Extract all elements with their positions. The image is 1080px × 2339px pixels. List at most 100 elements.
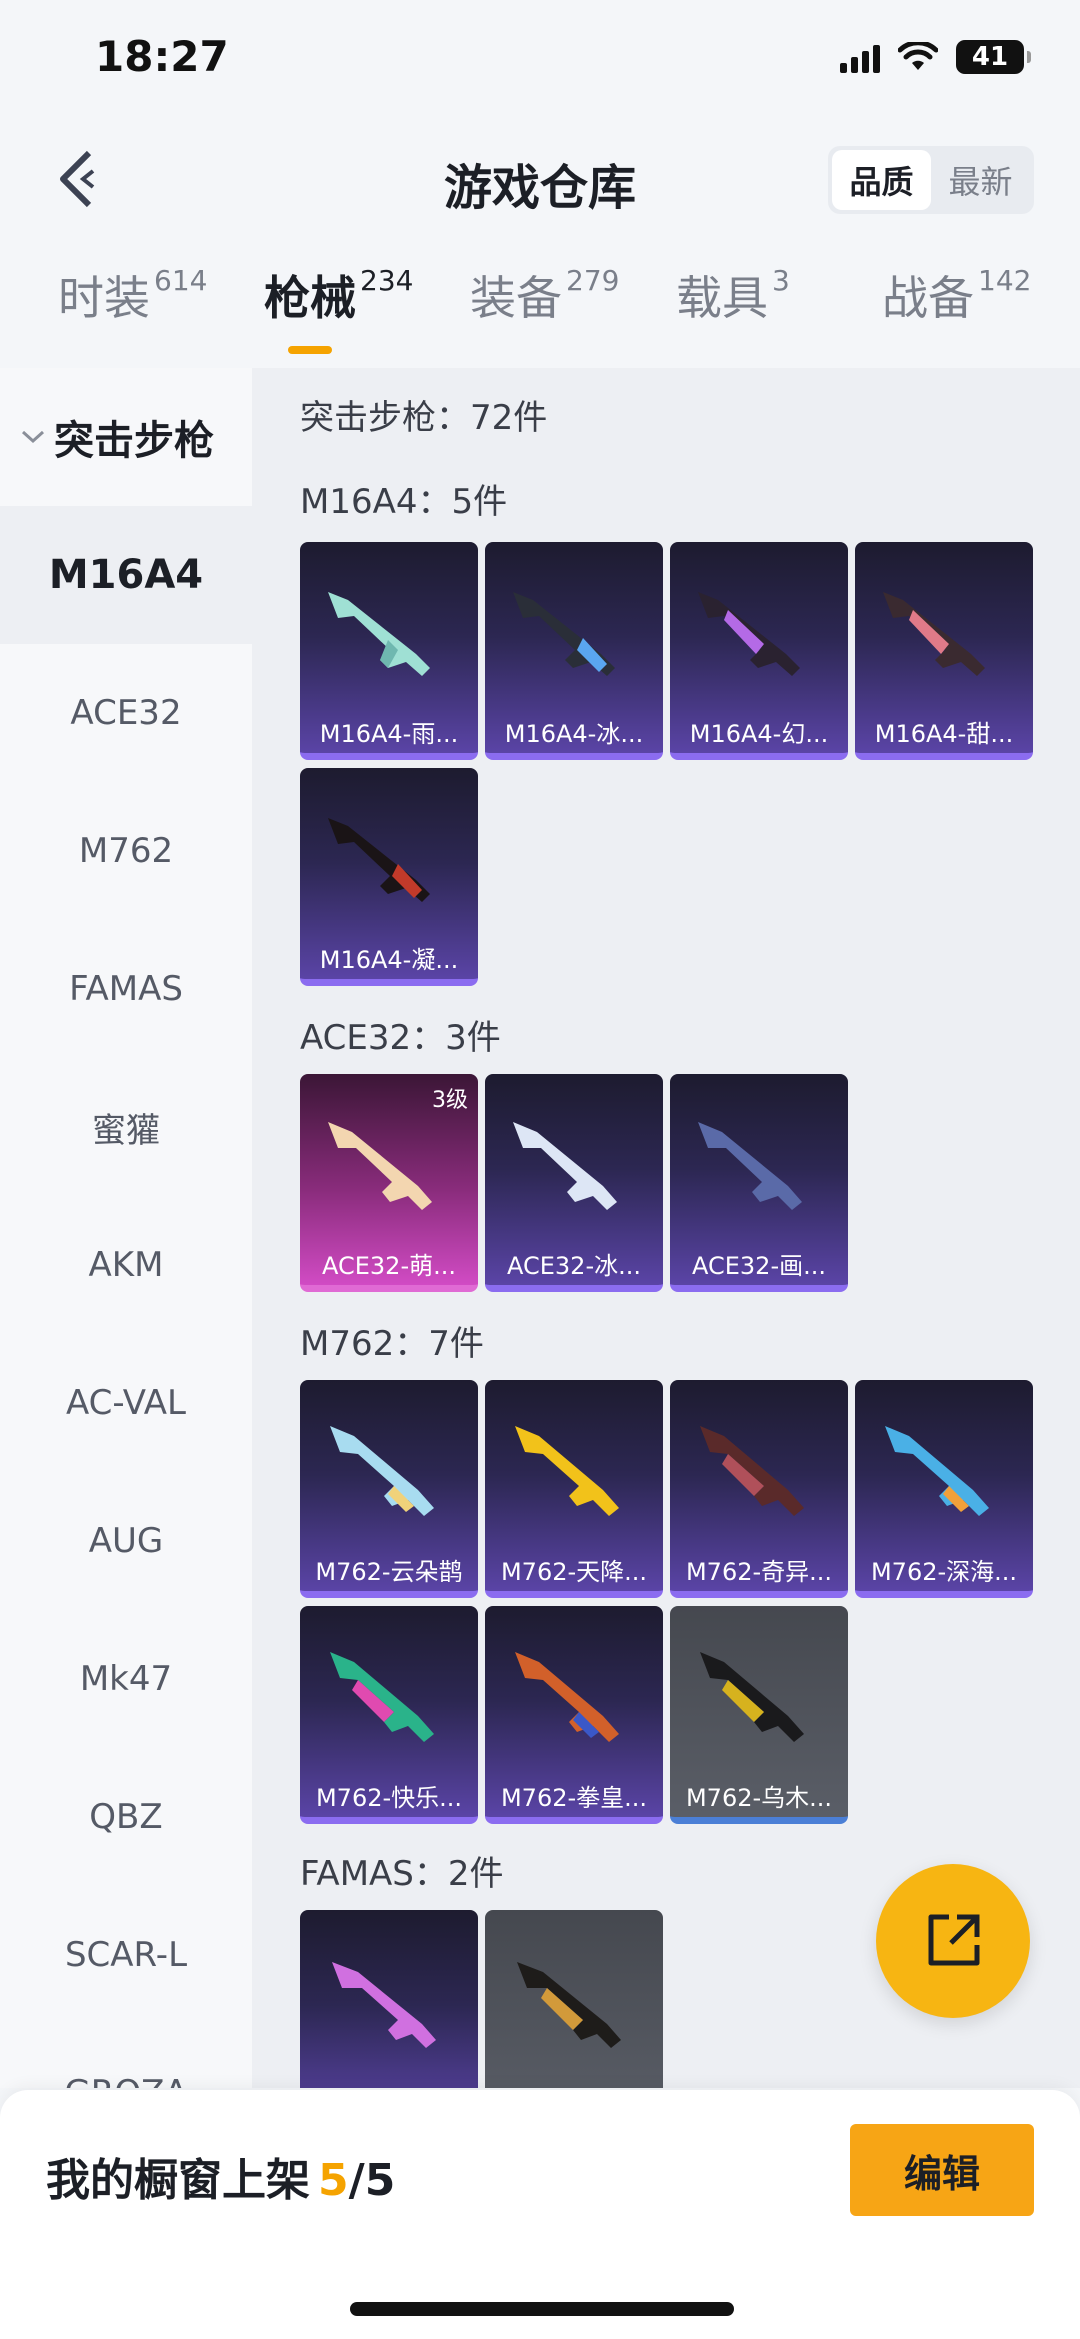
rifle-icon [698, 1122, 802, 1210]
tab-equipment[interactable]: 装备 279 [470, 262, 619, 328]
tab-count: 142 [978, 264, 1032, 297]
sidebar-item-m16a4[interactable]: M16A4 [0, 506, 252, 644]
skin-card[interactable]: M16A4-冰... [485, 542, 663, 760]
skin-card[interactable]: M762-乌木... [670, 1606, 848, 1824]
skin-card[interactable]: ACE32-画... [670, 1074, 848, 1292]
skin-card[interactable]: M16A4-雨... [300, 542, 478, 760]
skin-name: M16A4-冰... [504, 720, 644, 748]
showcase-total-count: /5 [348, 2155, 396, 2206]
skin-name: M16A4-幻... [689, 720, 829, 748]
status-icons: 41 [840, 40, 1031, 74]
sidebar-item-scar-l[interactable]: SCAR-L [0, 1886, 252, 2024]
rifle-icon [513, 592, 615, 676]
section-title-ace32: ACE32：3件 [300, 1018, 501, 1058]
skin-card[interactable]: M762-深海... [855, 1380, 1033, 1598]
header: 游戏仓库 品质 最新 [0, 130, 1080, 230]
showcase-status: 我的橱窗上架 5 /5 [46, 2144, 395, 2208]
chevron-down-icon [21, 430, 45, 444]
rifle-icon [332, 1962, 436, 2048]
rifle-icon [328, 592, 430, 676]
category-tabs: 时装 614 枪械 234 装备 279 载具 3 战备 142 [0, 262, 1080, 362]
skin-card[interactable]: 3级 ACE32-萌... [300, 1074, 478, 1292]
sidebar-group-label: 突击步枪 [54, 418, 214, 464]
tab-label: 战备 [882, 271, 974, 325]
skin-name: M762-深海... [870, 1558, 1018, 1586]
skin-name: M762-乌木... [685, 1784, 833, 1812]
weapon-sidebar: 突击步枪 M16A4 ACE32 M762 FAMAS 蜜獾 AKM AC-VA… [0, 368, 252, 2088]
skin-card[interactable] [300, 1910, 478, 2088]
tab-label: 装备 [470, 271, 562, 325]
skin-name: ACE32-冰... [506, 1252, 641, 1280]
home-indicator [350, 2302, 734, 2316]
tab-label: 枪械 [264, 271, 356, 325]
tab-fashion[interactable]: 时装 614 [58, 262, 207, 328]
tab-count: 234 [360, 264, 414, 297]
skin-card[interactable]: M16A4-幻... [670, 542, 848, 760]
skin-card[interactable]: M762-快乐... [300, 1606, 478, 1824]
tab-supplies[interactable]: 战备 142 [882, 262, 1031, 328]
sidebar-group-assault-rifles[interactable]: 突击步枪 [0, 368, 252, 506]
skin-card[interactable]: M16A4-凝... [300, 768, 478, 986]
skin-card[interactable]: M762-天降... [485, 1380, 663, 1598]
group-summary: 突击步枪：72件 [300, 398, 548, 438]
rifle-icon [885, 1426, 989, 1516]
skin-name: ACE32-画... [691, 1252, 826, 1280]
rifle-icon [515, 1652, 619, 1742]
skin-name: M762-云朵鹊 [315, 1558, 463, 1586]
edit-button[interactable]: 编辑 [850, 2124, 1034, 2216]
sidebar-item-qbz[interactable]: QBZ [0, 1748, 252, 1886]
rifle-icon [517, 1962, 621, 2048]
rifle-icon [700, 1652, 804, 1742]
skin-name: M762-奇异... [685, 1558, 833, 1586]
skin-card[interactable]: M762-拳皇... [485, 1606, 663, 1824]
skin-card[interactable]: M762-奇异... [670, 1380, 848, 1598]
share-button[interactable] [876, 1864, 1030, 2018]
skin-name: ACE32-萌... [321, 1252, 456, 1280]
rifle-icon [330, 1426, 434, 1516]
section-title-m16a4: M16A4：5件 [300, 482, 508, 522]
tab-count: 614 [154, 264, 208, 297]
rifle-icon [328, 818, 430, 902]
skin-card[interactable]: M762-云朵鹊 [300, 1380, 478, 1598]
sidebar-item-mk47[interactable]: Mk47 [0, 1610, 252, 1748]
skin-card[interactable] [485, 1910, 663, 2088]
sidebar-item-famas[interactable]: FAMAS [0, 920, 252, 1058]
tab-label: 时装 [58, 271, 150, 325]
rifle-icon [883, 592, 985, 676]
sort-quality-button[interactable]: 品质 [832, 150, 931, 210]
showcase-label: 我的橱窗上架 [46, 2155, 310, 2206]
skin-name: M762-天降... [500, 1558, 648, 1586]
rifle-icon [330, 1652, 434, 1742]
skin-card[interactable]: M16A4-甜... [855, 542, 1033, 760]
status-bar: 18:27 41 [0, 0, 1080, 120]
section-title-m762: M762：7件 [300, 1324, 484, 1364]
rifle-icon [328, 1122, 432, 1210]
section-title-famas: FAMAS：2件 [300, 1854, 504, 1894]
tab-label: 载具 [676, 271, 768, 325]
sort-newest-button[interactable]: 最新 [931, 150, 1030, 210]
signal-icon [840, 41, 880, 73]
skin-name: M762-拳皇... [500, 1784, 648, 1812]
sidebar-item-ac-val[interactable]: AC-VAL [0, 1334, 252, 1472]
rifle-icon [513, 1122, 617, 1210]
skin-name: M16A4-甜... [874, 720, 1014, 748]
rifle-icon [700, 1426, 804, 1516]
tab-count: 3 [772, 264, 790, 297]
sidebar-item-ace32[interactable]: ACE32 [0, 644, 252, 782]
tab-firearms[interactable]: 枪械 234 [264, 262, 413, 328]
share-icon [928, 1914, 980, 1966]
skin-card[interactable]: ACE32-冰... [485, 1074, 663, 1292]
rifle-icon [698, 592, 800, 676]
sidebar-item-groza[interactable]: GROZA [0, 2024, 252, 2088]
skin-name: M762-快乐... [315, 1784, 463, 1812]
skin-name: M16A4-凝... [319, 946, 459, 974]
tab-vehicles[interactable]: 载具 3 [676, 262, 790, 328]
sidebar-item-akm[interactable]: AKM [0, 1196, 252, 1334]
sidebar-item-m762[interactable]: M762 [0, 782, 252, 920]
weapon-list: 突击步枪：72件 M16A4：5件 M16A4-雨... M16A4-冰... … [252, 368, 1080, 2088]
skin-name: M16A4-雨... [319, 720, 459, 748]
sidebar-item-aug[interactable]: AUG [0, 1472, 252, 1610]
active-tab-indicator [288, 346, 332, 354]
sidebar-item-honey-badger[interactable]: 蜜獾 [0, 1058, 252, 1196]
battery-icon: 41 [956, 40, 1031, 74]
